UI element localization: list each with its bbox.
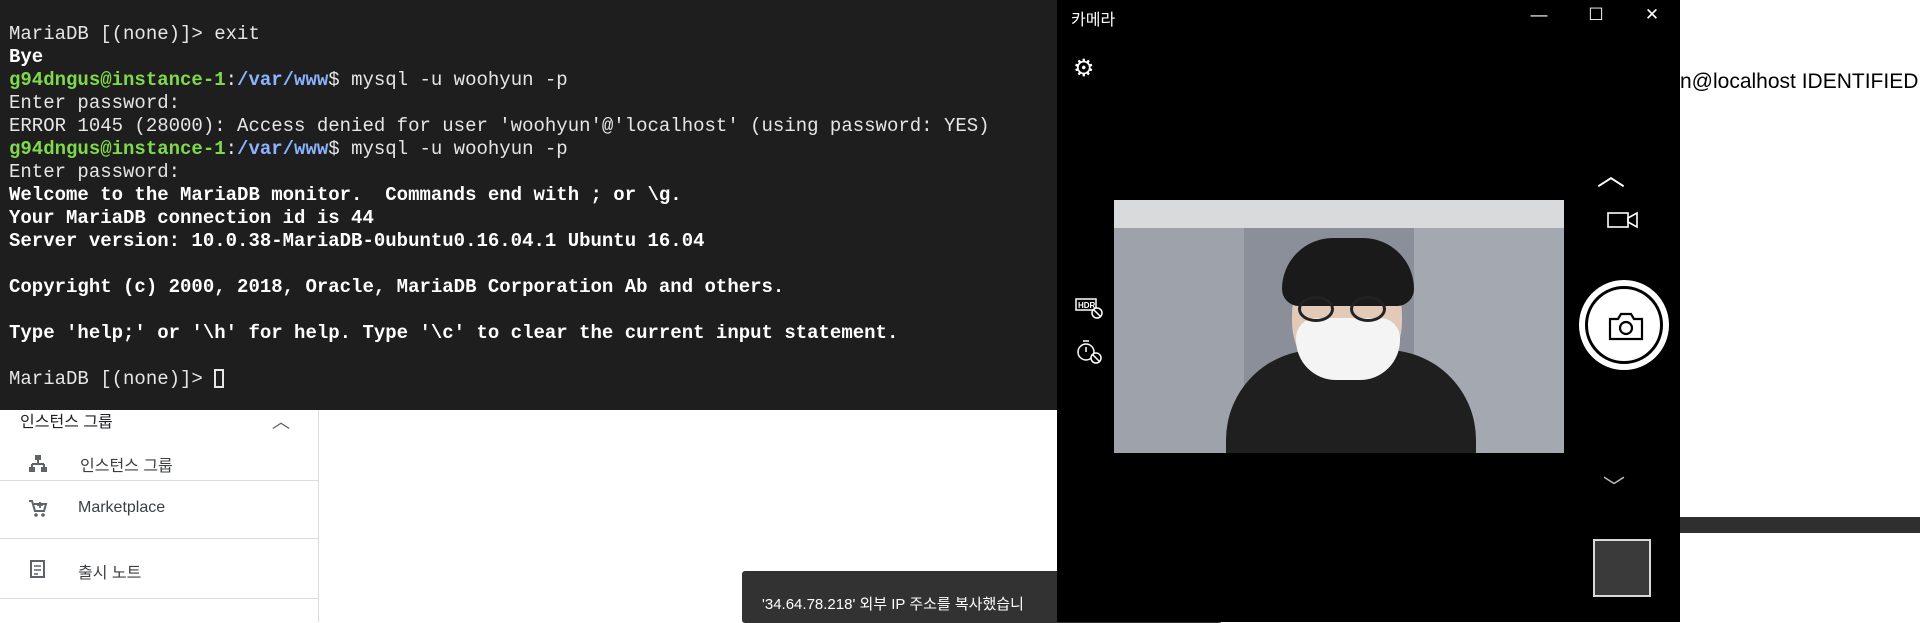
- toast-message: '34.64.78.218' 외부 IP 주소를 복사했습니: [762, 596, 1024, 613]
- terminal-line: Type 'help;' or '\h' for help. Type '\c'…: [9, 322, 899, 344]
- sidebar-group-instance-groups[interactable]: 인스턴스 그룹 ︿: [20, 408, 290, 434]
- minimize-button[interactable]: —: [1519, 2, 1559, 28]
- terminal-line: Bye: [9, 46, 44, 68]
- terminal-output: MariaDB [(none)]> exit Bye g94dngus@instan…: [9, 23, 990, 391]
- prompt-path: /var/www: [237, 138, 329, 160]
- terminal-line: Server version: 10.0.38-MariaDB-0ubuntu0…: [9, 230, 705, 252]
- timer-off-icon[interactable]: [1075, 338, 1103, 364]
- terminal-window[interactable]: MariaDB [(none)]> exit Bye g94dngus@instan…: [0, 0, 1060, 410]
- terminal-line: Welcome to the MariaDB monitor. Commands…: [9, 184, 682, 206]
- window-title: 카메라: [1071, 12, 1116, 29]
- prompt-path: /var/www: [237, 69, 329, 91]
- sidebar-item-label: 인스턴스 그룹: [80, 458, 173, 475]
- last-photo-thumbnail[interactable]: [1593, 539, 1651, 597]
- terminal-line: ERROR 1045 (28000): Access denied for us…: [9, 115, 990, 137]
- terminal-line: g94dngus@instance-1:/var/www$ mysql -u w…: [9, 138, 568, 160]
- text-cursor: [214, 369, 225, 388]
- mariadb-prompt: MariaDB [(none)]>: [9, 368, 215, 390]
- background-scrollbar: [1680, 517, 1920, 533]
- video-mode-icon[interactable]: [1607, 210, 1639, 230]
- terminal-line: Your MariaDB connection id is 44: [9, 207, 374, 229]
- sidebar-item-marketplace[interactable]: Marketplace: [0, 480, 318, 539]
- photo-mode-icon[interactable]: ︿: [1597, 154, 1625, 194]
- prompt-command: $ mysql -u woohyun -p: [328, 138, 568, 160]
- terminal-line: Enter password:: [9, 161, 181, 183]
- chevron-down-icon[interactable]: ﹀: [1603, 470, 1625, 502]
- sidebar-item-label: Marketplace: [78, 499, 166, 516]
- prompt-command: $ mysql -u woohyun -p: [328, 69, 568, 91]
- terminal-line: Enter password:: [9, 92, 181, 114]
- close-button[interactable]: ✕: [1632, 2, 1672, 28]
- settings-icon[interactable]: ⚙: [1073, 54, 1095, 83]
- cart-icon: [29, 500, 48, 517]
- release-notes-icon: [30, 560, 45, 578]
- sidebar-item-label: 출시 노트: [78, 565, 142, 582]
- maximize-button[interactable]: ☐: [1576, 2, 1616, 28]
- sidebar-item-release-notes[interactable]: 출시 노트: [0, 540, 318, 599]
- sidebar-group-label: 인스턴스 그룹: [20, 414, 113, 431]
- hdr-off-icon[interactable]: HDR: [1075, 297, 1103, 319]
- webcam-preview: [1114, 200, 1564, 453]
- camera-window[interactable]: 카메라 — ☐ ✕ ⚙ HDR ︿ ﹀: [1057, 0, 1680, 622]
- instance-group-icon: [29, 455, 47, 472]
- sidebar-item-instance-groups[interactable]: 인스턴스 그룹: [0, 442, 318, 481]
- prompt-user: g94dngus@instance-1: [9, 138, 226, 160]
- terminal-line: MariaDB [(none)]> exit: [9, 23, 260, 45]
- chevron-up-icon[interactable]: ︿: [272, 408, 290, 434]
- prompt-user: g94dngus@instance-1: [9, 69, 226, 91]
- camera-shutter-button[interactable]: [1579, 280, 1669, 370]
- svg-text:HDR: HDR: [1078, 301, 1096, 310]
- terminal-line: g94dngus@instance-1:/var/www$ mysql -u w…: [9, 69, 568, 91]
- terminal-line: Copyright (c) 2000, 2018, Oracle, MariaD…: [9, 276, 785, 298]
- terminal-input-line[interactable]: MariaDB [(none)]>: [9, 368, 990, 391]
- background-sql-text: n@localhost IDENTIFIED: [1680, 70, 1919, 93]
- camera-shutter-icon: [1608, 312, 1644, 341]
